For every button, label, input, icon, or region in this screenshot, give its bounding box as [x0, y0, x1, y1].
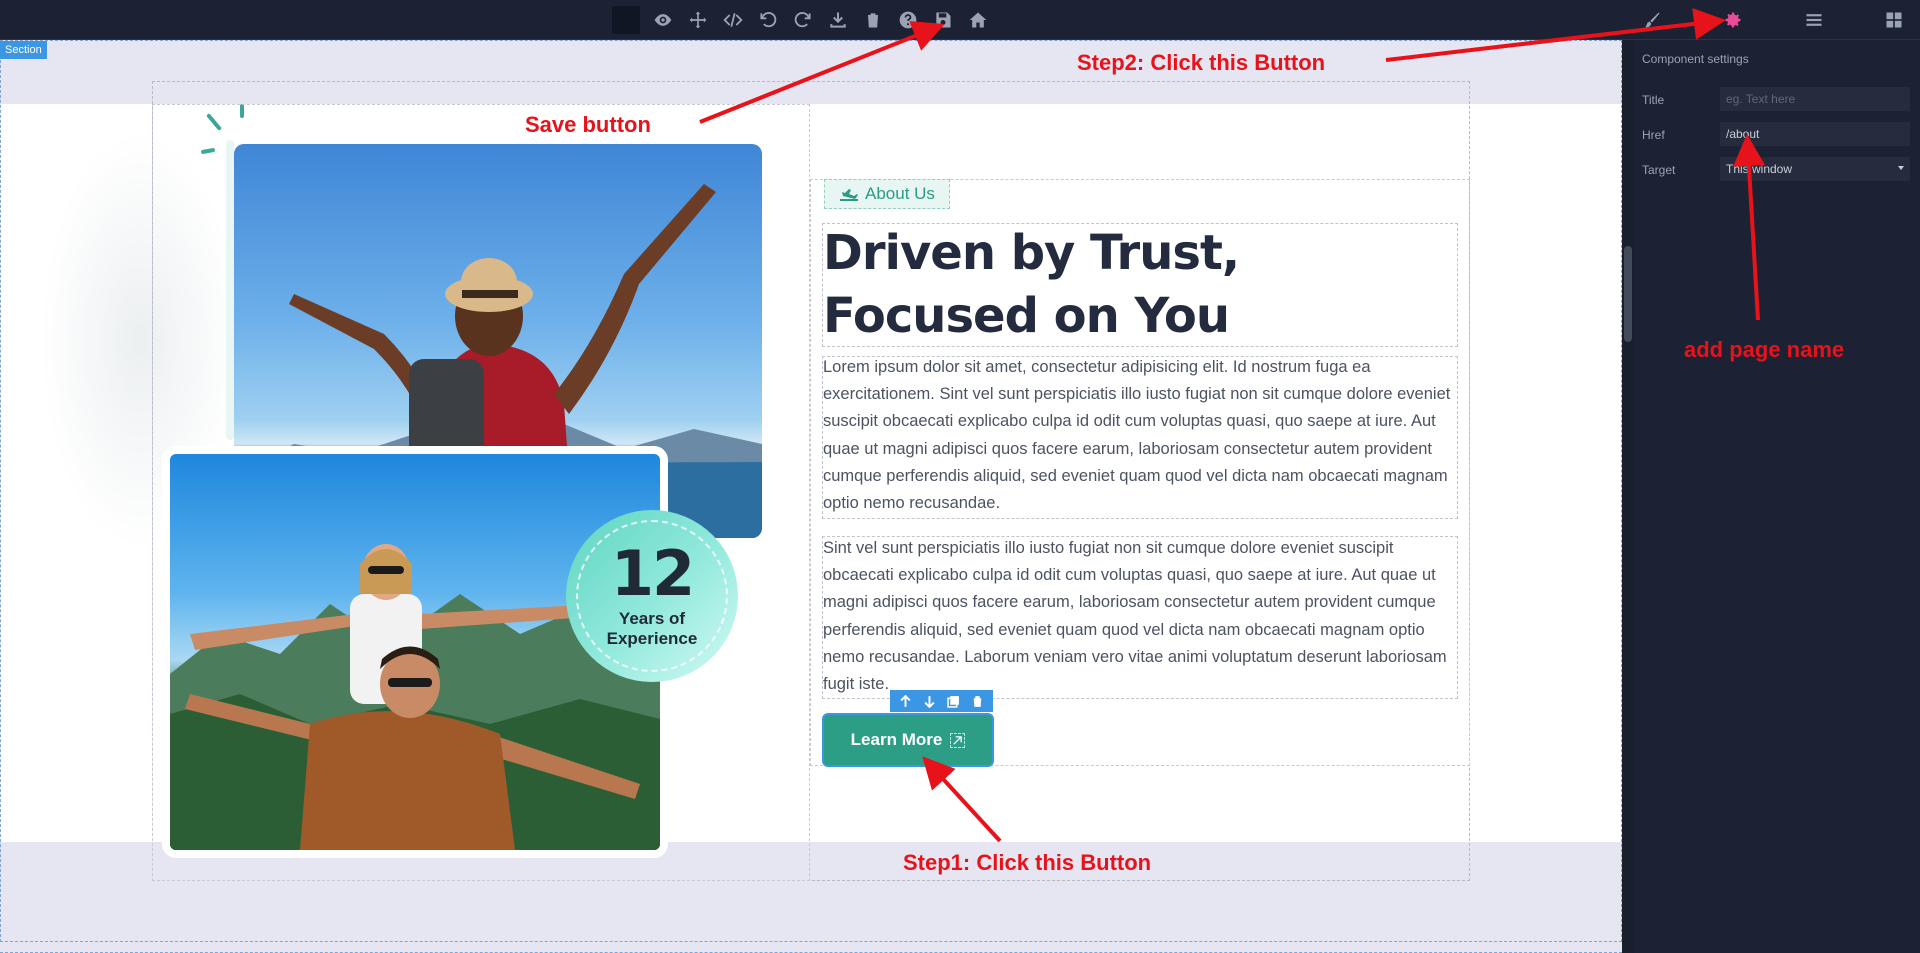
paragraph-1[interactable]: Lorem ipsum dolor sit amet, consectetur …: [823, 354, 1459, 517]
experience-number: 12: [610, 537, 695, 610]
about-tag-label: About Us: [865, 184, 935, 203]
trash-icon[interactable]: [859, 6, 887, 34]
move-down-icon[interactable]: [921, 692, 939, 710]
code-icon[interactable]: [719, 6, 747, 34]
canvas-scrollbar-thumb[interactable]: [1624, 246, 1632, 342]
step2-annotation: Step2: Click this Button: [1077, 50, 1326, 75]
paragraph-2[interactable]: Sint vel sunt perspiciatis illo iusto fu…: [823, 535, 1459, 698]
plane-icon: [840, 189, 858, 201]
canvas-scrollbar[interactable]: [1622, 40, 1634, 953]
section-heading[interactable]: Driven by Trust, Focused on You: [823, 222, 1458, 348]
experience-label: Years of Experience: [606, 609, 698, 648]
page-name-annotation: add page name: [1684, 337, 1845, 362]
brush-icon[interactable]: [1638, 6, 1666, 34]
step1-annotation: Step1: Click this Button: [903, 850, 1152, 875]
help-icon[interactable]: [894, 6, 922, 34]
undo-icon[interactable]: [754, 6, 782, 34]
href-label: Href: [1642, 128, 1665, 142]
title-input[interactable]: [1720, 87, 1910, 111]
move-up-icon[interactable]: [897, 692, 915, 710]
target-select[interactable]: This window: [1720, 157, 1910, 181]
gear-icon[interactable]: [1719, 6, 1747, 34]
title-label: Title: [1642, 93, 1665, 107]
save-annotation: Save button: [525, 112, 651, 137]
home-icon[interactable]: [964, 6, 992, 34]
top-toolbar: [0, 0, 1920, 40]
delete-icon[interactable]: [968, 692, 986, 710]
target-select-value: This window: [1726, 162, 1793, 176]
save-icon[interactable]: [929, 6, 957, 34]
component-toolbar: [890, 690, 993, 712]
learn-more-button[interactable]: Learn More: [822, 713, 994, 767]
experience-badge: 12 Years of Experience: [566, 510, 738, 682]
download-icon[interactable]: [824, 6, 852, 34]
section-bottom-padding: [0, 842, 1622, 953]
blocks-icon[interactable]: [1880, 6, 1908, 34]
editor-canvas[interactable]: Section 12 Years of Experience About Us …: [0, 40, 1622, 953]
about-tag[interactable]: About Us: [824, 179, 950, 209]
section-label: Section: [0, 41, 47, 59]
photo-frame: [226, 140, 234, 440]
learn-more-label: Learn More: [850, 730, 943, 749]
eye-icon[interactable]: [649, 6, 677, 34]
clone-icon[interactable]: [944, 692, 962, 710]
href-input[interactable]: [1720, 122, 1910, 146]
layers-icon[interactable]: [1800, 6, 1828, 34]
panel-title: Component settings: [1642, 52, 1749, 66]
redo-icon[interactable]: [789, 6, 817, 34]
chevron-down-icon: [1898, 166, 1904, 170]
arrow-up-right-icon: [950, 732, 966, 748]
move-icon[interactable]: [684, 6, 712, 34]
target-label: Target: [1642, 163, 1676, 177]
spark-decoration: [206, 113, 222, 131]
color-swatch[interactable]: [612, 6, 640, 34]
spark-decoration: [240, 104, 244, 118]
section-top-padding: [0, 40, 1622, 104]
